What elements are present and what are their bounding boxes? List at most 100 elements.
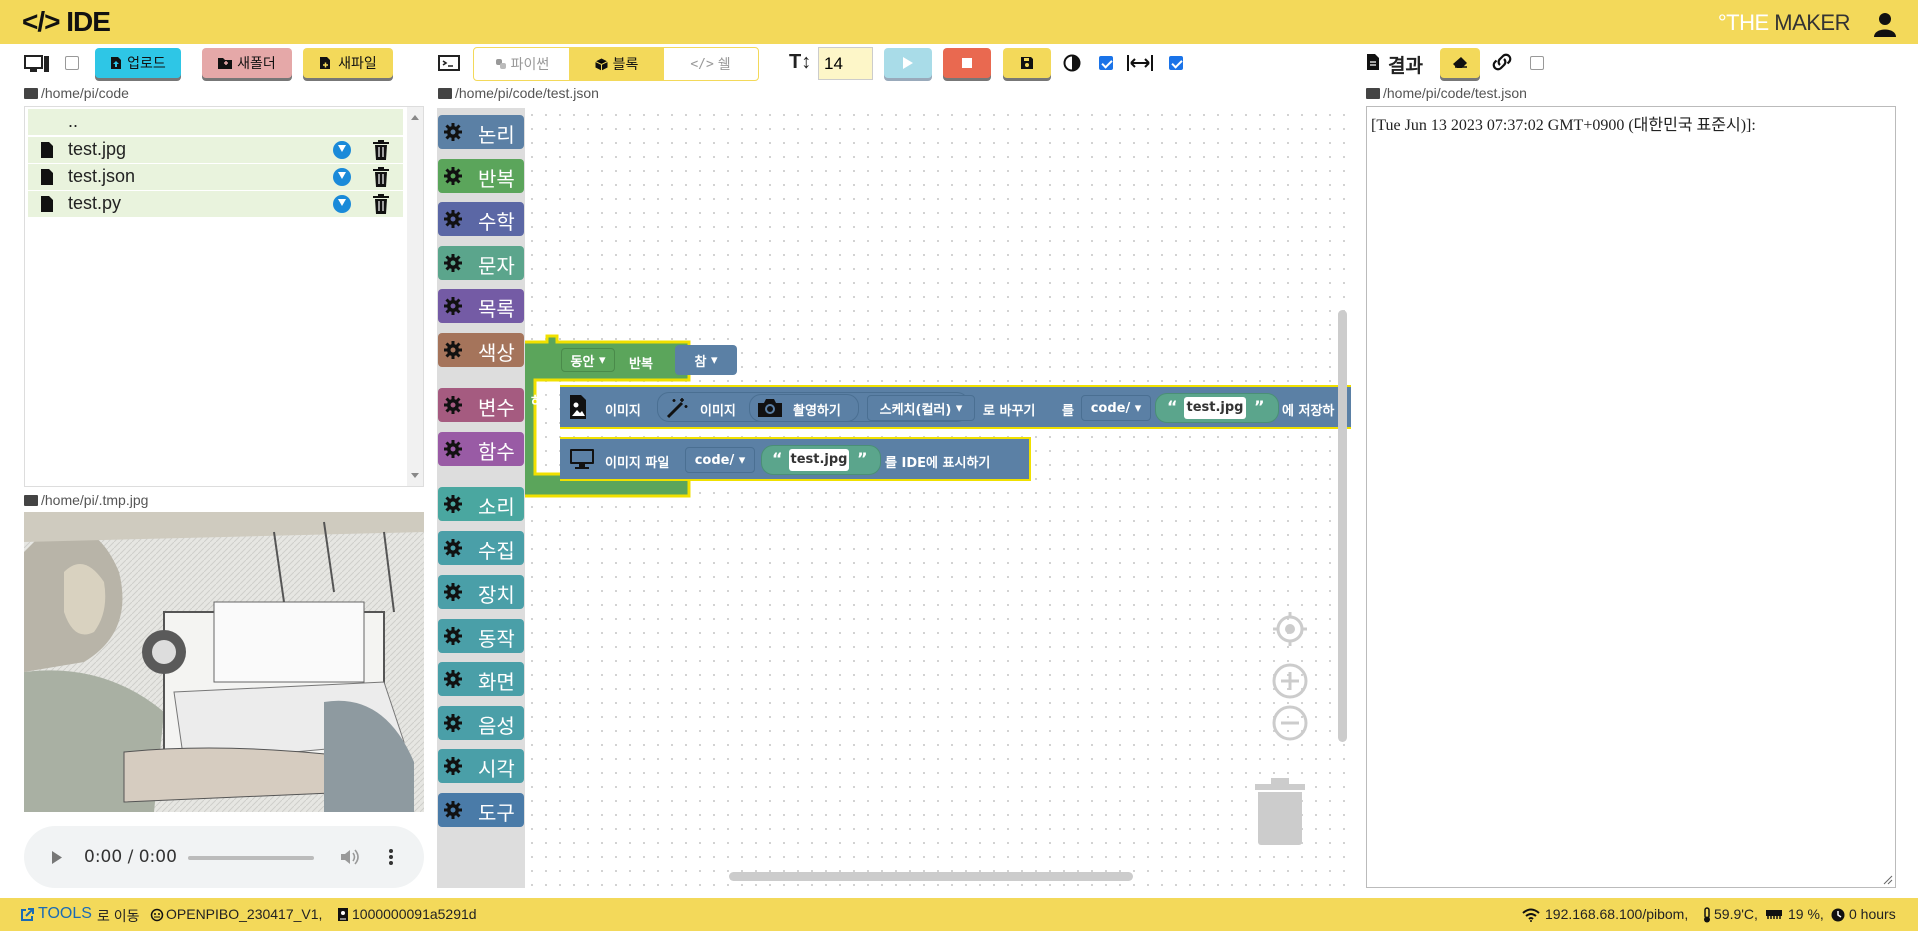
category-14[interactable]: 시각 xyxy=(438,749,524,783)
category-9[interactable]: 수집 xyxy=(438,531,524,565)
sketch-dropdown[interactable]: 스케치(컬러) ▾ xyxy=(867,395,975,421)
folder-icon xyxy=(24,495,38,506)
category-8[interactable]: 소리 xyxy=(438,487,524,521)
device-icon[interactable] xyxy=(24,54,50,74)
gear-icon xyxy=(444,297,462,315)
while-condition[interactable]: 참 ▾ xyxy=(675,345,737,375)
category-label: 수학 xyxy=(478,210,515,234)
file-icon xyxy=(41,142,53,158)
category-0[interactable]: 논리 xyxy=(438,115,524,149)
download-icon[interactable] xyxy=(333,141,351,159)
tab-python[interactable]: 파이썬 xyxy=(475,49,569,79)
trash-icon[interactable] xyxy=(373,194,389,214)
gear-icon xyxy=(444,583,462,601)
upload-label: 업로드 xyxy=(127,56,166,72)
tab-shell-label: 쉘 xyxy=(717,57,731,73)
list-item[interactable]: .. xyxy=(28,109,403,135)
file-input-2[interactable]: test.jpg xyxy=(789,449,849,471)
font-size-icon: T↕ xyxy=(789,51,812,73)
list-item[interactable]: test.py xyxy=(28,191,403,217)
more-options-icon[interactable] xyxy=(388,848,394,866)
category-15[interactable]: 도구 xyxy=(438,793,524,827)
new-folder-label: 새폴더 xyxy=(237,56,276,72)
workspace-vscrollbar[interactable] xyxy=(1338,310,1347,742)
trash-can-icon[interactable] xyxy=(1253,776,1307,846)
category-12[interactable]: 화면 xyxy=(438,662,524,696)
scroll-up-icon[interactable] xyxy=(411,115,419,120)
list-item[interactable]: test.jpg xyxy=(28,137,403,163)
new-folder-button[interactable]: 새폴더 xyxy=(202,48,292,78)
file-name: test.json xyxy=(68,166,136,186)
block-workspace[interactable]: 동안 ▾ 반복 참 ▾ 하기 이미지 이미지 촬영하기 스케치(컬러) ▾ 로 … xyxy=(525,108,1351,888)
resize-handle-icon[interactable] xyxy=(1883,875,1893,885)
new-file-button[interactable]: 새파일 xyxy=(303,48,393,78)
category-3[interactable]: 문자 xyxy=(438,246,524,280)
category-4[interactable]: 목록 xyxy=(438,289,524,323)
dir-dropdown-2[interactable]: code/ ▾ xyxy=(685,447,755,473)
tab-shell[interactable]: </> 쉘 xyxy=(664,49,757,79)
user-icon[interactable] xyxy=(1872,11,1898,37)
link-checkbox[interactable] xyxy=(1530,56,1544,70)
category-10[interactable]: 장치 xyxy=(438,575,524,609)
eraser-icon xyxy=(1453,57,1467,68)
font-size-input[interactable] xyxy=(818,47,873,80)
tab-block[interactable]: 블록 xyxy=(569,47,664,81)
category-label: 문자 xyxy=(478,254,515,278)
category-13[interactable]: 음성 xyxy=(438,706,524,740)
scroll-down-icon[interactable] xyxy=(411,473,419,478)
run-button[interactable] xyxy=(884,48,932,78)
editor-path: /home/pi/code/test.json xyxy=(438,85,599,101)
tools-link[interactable]: TOOLS xyxy=(38,905,92,923)
gear-icon xyxy=(444,123,462,141)
editor-icon[interactable] xyxy=(438,54,460,72)
while-mode-label: 동안 xyxy=(570,354,595,370)
device-checkbox[interactable] xyxy=(65,56,79,70)
width-checkbox[interactable] xyxy=(1169,56,1183,70)
audio-progress[interactable] xyxy=(188,856,314,860)
zoom-in-icon[interactable] xyxy=(1271,662,1309,700)
tab-python-label: 파이썬 xyxy=(510,57,550,73)
contrast-checkbox[interactable] xyxy=(1099,56,1113,70)
zoom-out-icon[interactable] xyxy=(1271,704,1309,742)
capture-label: 촬영하기 xyxy=(793,404,841,419)
upload-button[interactable]: 업로드 xyxy=(95,48,181,78)
file-input-1[interactable]: test.jpg xyxy=(1184,397,1246,419)
trash-icon[interactable] xyxy=(373,167,389,187)
clear-result-button[interactable] xyxy=(1440,48,1480,78)
memory-icon xyxy=(1766,910,1782,919)
while-mode-dropdown[interactable]: 동안 ▾ xyxy=(561,348,615,372)
category-7[interactable]: 함수 xyxy=(438,432,524,466)
width-icon[interactable] xyxy=(1127,54,1153,72)
volume-icon[interactable] xyxy=(340,848,360,866)
workspace-hscrollbar[interactable] xyxy=(729,872,1133,881)
trash-icon[interactable] xyxy=(373,140,389,160)
recenter-icon[interactable] xyxy=(1271,610,1309,648)
list-item[interactable]: test.json xyxy=(28,164,403,190)
file-list-scrollbar[interactable] xyxy=(407,107,423,486)
category-11[interactable]: 동작 xyxy=(438,619,524,653)
contrast-icon[interactable] xyxy=(1063,54,1081,72)
file-icon xyxy=(41,169,53,185)
brand-text-a: °THE xyxy=(1717,10,1775,35)
download-icon[interactable] xyxy=(333,195,351,213)
dir-dropdown-1[interactable]: code/ ▾ xyxy=(1081,395,1151,421)
quote-open-icon: “ xyxy=(772,449,783,468)
result-output[interactable]: [Tue Jun 13 2023 07:37:02 GMT+0900 (대한민국… xyxy=(1366,106,1896,888)
gear-icon xyxy=(444,396,462,414)
result-text: [Tue Jun 13 2023 07:37:02 GMT+0900 (대한민국… xyxy=(1371,117,1756,134)
play-icon[interactable] xyxy=(51,850,63,865)
file-icon xyxy=(41,196,53,212)
quote-close-icon: ” xyxy=(1254,397,1265,416)
link-icon[interactable] xyxy=(1491,53,1513,71)
category-1[interactable]: 반복 xyxy=(438,159,524,193)
stop-button[interactable] xyxy=(943,48,991,78)
download-icon[interactable] xyxy=(333,168,351,186)
tab-block-label: 블록 xyxy=(612,57,639,73)
save-button[interactable] xyxy=(1003,48,1051,78)
gear-icon xyxy=(444,757,462,775)
sketch-photo xyxy=(24,512,424,812)
category-2[interactable]: 수학 xyxy=(438,202,524,236)
category-6[interactable]: 변수 xyxy=(438,388,524,422)
category-5[interactable]: 색상 xyxy=(438,333,524,367)
category-label: 수집 xyxy=(478,539,515,563)
